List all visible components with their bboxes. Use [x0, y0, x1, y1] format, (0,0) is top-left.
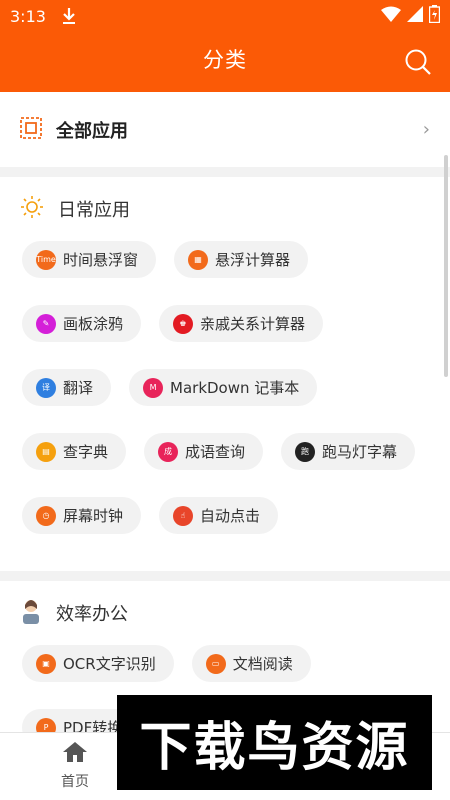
dictionary-icon: ▤	[36, 441, 56, 462]
auto-click-icon: ☝	[173, 505, 194, 526]
chip-row: ◷ 屏幕时钟 ☝ 自动点击	[22, 497, 428, 534]
app-chip[interactable]: ☝ 自动点击	[159, 497, 279, 534]
all-apps-icon	[20, 116, 42, 143]
chip-row: ▣ OCR文字识别 ▭ 文档阅读	[22, 645, 428, 682]
clock-icon: ◷	[36, 505, 56, 526]
app-chip[interactable]: M MarkDown 记事本	[129, 369, 318, 406]
translate-icon: 译	[36, 377, 56, 398]
app-chip[interactable]: ▣ OCR文字识别	[22, 645, 174, 682]
app-chip[interactable]: ▤ 查字典	[22, 433, 127, 470]
download-icon	[62, 7, 76, 25]
app-chip[interactable]: ♚ 亲戚关系计算器	[159, 305, 324, 342]
section-title: 日常应用	[58, 200, 130, 221]
search-icon	[405, 49, 431, 75]
daily-app-list: Time 时间悬浮窗 ▦ 悬浮计算器 ✎ 画板涂鸦 ♚ 亲戚关系计算器译翻译 M MarkDown…	[0, 241, 450, 534]
chevron-right-icon: ›	[422, 119, 430, 140]
app-chip[interactable]: Time 时间悬浮窗	[22, 241, 157, 278]
marquee-icon: 跑	[295, 441, 316, 462]
app-chip-label: 画板涂鸦	[63, 315, 124, 333]
app-chip-label: 时间悬浮窗	[63, 251, 139, 269]
app-chip[interactable]: ▭ 文档阅读	[191, 645, 311, 682]
pdf-icon: P	[36, 717, 56, 732]
chip-row: ▤ 查字典成成语查询跑跑马灯字幕	[22, 433, 428, 470]
app-bar: 3:13 分类	[0, 0, 450, 92]
app-chip-label: 成语查询	[185, 443, 246, 461]
drawing-board-icon: ✎	[36, 313, 56, 334]
app-chip[interactable]: ✎ 画板涂鸦	[22, 305, 142, 342]
app-chip[interactable]: 译翻译	[22, 369, 112, 406]
chip-row: ✎ 画板涂鸦 ♚ 亲戚关系计算器	[22, 305, 428, 342]
chip-row: Time 时间悬浮窗 ▦ 悬浮计算器	[22, 241, 428, 278]
app-chip-label: MarkDown 记事本	[170, 379, 300, 397]
category-content: 全部应用 › 日常应用 Time 时间悬浮窗 ▦ 悬浮计算器 ✎ 画板涂鸦 ♚ 亲戚关系计算器…	[0, 92, 450, 732]
all-apps-label: 全部应用	[56, 120, 128, 142]
app-chip-label: 自动点击	[200, 507, 261, 525]
status-bar: 3:13	[0, 0, 450, 32]
app-chip-label: PDF转换	[63, 719, 123, 732]
sun-icon	[20, 195, 44, 223]
signal-icon	[407, 6, 423, 26]
watermark-text: 下载鸟资源	[139, 718, 410, 778]
app-chip[interactable]: ▦ 悬浮计算器	[174, 241, 309, 278]
app-chip[interactable]: ◷ 屏幕时钟	[22, 497, 142, 534]
relatives-icon: ♚	[173, 313, 194, 334]
app-chip-label: 翻译	[63, 379, 94, 397]
time-float-icon: Time	[36, 249, 56, 270]
section-title: 效率办公	[56, 604, 128, 625]
status-time: 3:13	[10, 6, 46, 26]
wifi-icon	[381, 6, 401, 26]
watermark-banner: 下载鸟资源	[117, 695, 432, 790]
app-chip-label: 悬浮计算器	[215, 251, 291, 269]
search-button[interactable]	[404, 48, 432, 76]
app-chip[interactable]: 成成语查询	[144, 433, 264, 470]
status-icons	[381, 5, 441, 27]
idiom-icon: 成	[158, 441, 179, 462]
calculator-icon: ▦	[188, 249, 209, 270]
app-chip-label: 屏幕时钟	[63, 507, 124, 525]
document-icon: ▭	[205, 653, 226, 674]
app-chip[interactable]: 跑跑马灯字幕	[281, 433, 416, 470]
home-icon	[63, 742, 87, 762]
chip-row: 译翻译 M MarkDown 记事本	[22, 369, 428, 406]
ocr-icon: ▣	[36, 653, 56, 674]
nav-home[interactable]: 首页	[40, 741, 110, 791]
app-chip-label: OCR文字识别	[63, 655, 156, 673]
office-worker-icon	[20, 598, 42, 628]
app-chip-label: 跑马灯字幕	[322, 443, 398, 461]
page-title: 分类	[203, 48, 247, 72]
section-daily-apps: 日常应用 Time 时间悬浮窗 ▦ 悬浮计算器 ✎ 画板涂鸦 ♚ 亲戚关系计算器译翻译 M Mar…	[0, 177, 450, 571]
markdown-icon: M	[143, 377, 164, 398]
nav-home-label: 首页	[61, 774, 89, 790]
section-header: 效率办公	[0, 599, 450, 627]
app-chip-label: 文档阅读	[232, 655, 293, 673]
all-apps-row[interactable]: 全部应用 ›	[0, 92, 450, 167]
section-header: 日常应用	[0, 195, 450, 223]
app-chip-label: 查字典	[63, 443, 109, 461]
scrollbar[interactable]	[444, 155, 448, 377]
app-chip-label: 亲戚关系计算器	[200, 315, 306, 333]
battery-icon	[428, 5, 441, 27]
